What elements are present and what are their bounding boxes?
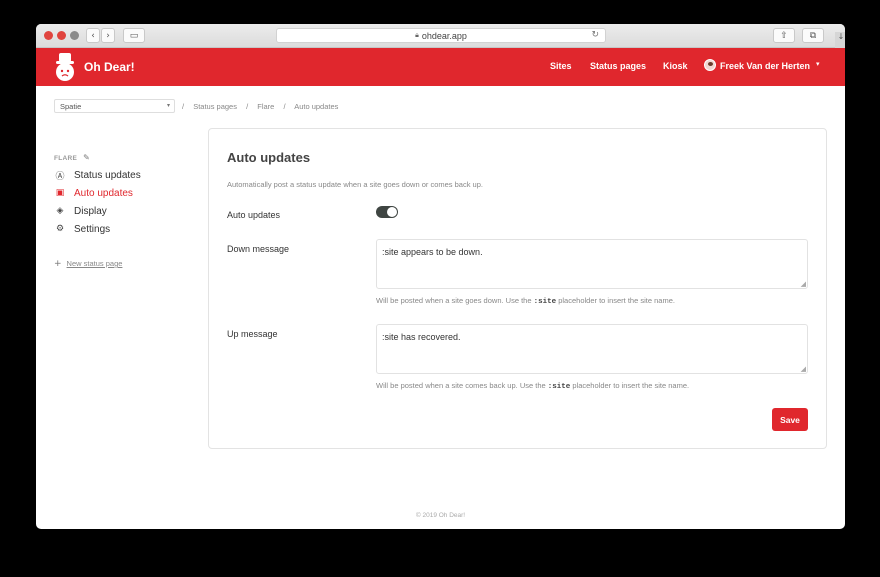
brand-name[interactable]: Oh Dear! (84, 60, 135, 74)
up-message-help: Will be posted when a site comes back up… (376, 381, 689, 391)
sidebar-item-status-updates[interactable]: Ⓐ Status updates (54, 168, 141, 182)
user-menu[interactable]: Freek Van der Herten (720, 61, 810, 71)
user-avatar[interactable] (704, 59, 716, 71)
close-window-button[interactable] (44, 31, 53, 40)
resize-handle-icon[interactable]: ◢ (801, 365, 806, 373)
breadcrumb-auto-updates: Auto updates (294, 102, 339, 111)
nav-kiosk[interactable]: Kiosk (663, 61, 688, 71)
up-message-field[interactable]: :site has recovered. ◢ (376, 324, 808, 374)
plus-icon: + (54, 259, 62, 269)
lock-icon: 🔒︎ (415, 31, 419, 39)
zoom-window-button[interactable] (70, 31, 79, 40)
edit-icon[interactable]: ✎ (83, 153, 90, 162)
forward-icon[interactable]: › (101, 28, 115, 43)
breadcrumb-separator: / (246, 102, 249, 111)
address-text: ohdear.app (421, 30, 467, 41)
page-title: Auto updates (227, 150, 311, 165)
sidebar-item-label: Settings (74, 223, 111, 235)
reload-icon[interactable]: ↻ (591, 30, 599, 40)
team-select-value: Spatie (60, 102, 82, 111)
browser-window: ‹ › ▭ 🔒︎ ohdear.app ↻ ⇧ ⧉ ↓ Oh Dear! Sit… (36, 24, 845, 529)
new-status-page-label: New status page (66, 259, 123, 268)
up-message-value: :site has recovered. (382, 332, 461, 342)
placeholder-code: :site (547, 383, 571, 391)
breadcrumb: / Status pages / Flare / Auto updates (182, 102, 345, 111)
down-message-label: Down message (227, 244, 290, 254)
placeholder-code: :site (533, 298, 557, 306)
breadcrumb-separator: / (182, 102, 185, 111)
sidebar-item-label: Display (74, 205, 107, 217)
down-message-help: Will be posted when a site goes down. Us… (376, 296, 675, 306)
page-description: Automatically post a status update when … (227, 180, 483, 189)
auto-updates-label: Auto updates (227, 210, 281, 220)
footer-copyright: © 2019 Oh Dear! (415, 512, 466, 519)
nav-status-pages[interactable]: Status pages (590, 61, 646, 71)
sidebar-item-label: Auto updates (74, 187, 133, 199)
sidebar-item-auto-updates[interactable]: ▣ Auto updates (54, 186, 133, 200)
tabs-icon[interactable]: ⧉ (802, 28, 824, 43)
breadcrumb-status-pages[interactable]: Status pages (193, 102, 237, 111)
select-arrow-icon: ▾ (166, 102, 170, 109)
download-icon[interactable]: ↓ (835, 32, 845, 48)
auto-updates-toggle[interactable] (376, 206, 398, 218)
team-select[interactable]: Spatie ▾ (54, 99, 175, 113)
oh-dear-logo-icon[interactable] (53, 51, 77, 83)
help-text: Will be posted when a site comes back up… (376, 381, 546, 390)
robot-icon: ▣ (55, 188, 65, 198)
chevron-down-icon[interactable]: ▾ (816, 60, 820, 68)
sidebar-heading-text: FLARE (54, 155, 78, 162)
address-bar[interactable]: 🔒︎ ohdear.app ↻ (276, 28, 606, 43)
save-button[interactable]: Save (772, 408, 808, 431)
minimize-window-button[interactable] (57, 31, 66, 40)
browser-toolbar: ‹ › ▭ 🔒︎ ohdear.app ↻ ⇧ ⧉ ↓ (36, 24, 845, 48)
help-text: placeholder to insert the site name. (572, 381, 690, 390)
cogs-icon: ⚙ (55, 224, 65, 234)
sidebar-item-label: Status updates (74, 169, 141, 181)
up-message-label: Up message (227, 329, 278, 339)
new-status-page-link[interactable]: + New status page (54, 259, 122, 269)
app-header: Oh Dear! Sites Status pages Kiosk Freek … (36, 48, 845, 86)
down-message-value: :site appears to be down. (382, 247, 483, 257)
help-text: placeholder to insert the site name. (558, 296, 675, 305)
back-icon[interactable]: ‹ (86, 28, 100, 43)
share-icon[interactable]: ⇧ (773, 28, 795, 43)
breadcrumb-separator: / (283, 102, 286, 111)
help-text: Will be posted when a site goes down. Us… (376, 296, 532, 305)
nav-sites[interactable]: Sites (550, 61, 572, 71)
sidebar-item-display[interactable]: ◈ Display (54, 204, 107, 218)
sidebar-icon[interactable]: ▭ (123, 28, 145, 43)
resize-handle-icon[interactable]: ◢ (801, 280, 806, 288)
sidebar-heading: FLARE ✎ (54, 153, 90, 162)
down-message-field[interactable]: :site appears to be down. ◢ (376, 239, 808, 289)
paint-bucket-icon: ◈ (56, 206, 64, 216)
auto-updates-card: Auto updates Automatically post a status… (208, 128, 827, 449)
breadcrumb-flare[interactable]: Flare (257, 102, 274, 111)
sidebar-item-settings[interactable]: ⚙ Settings (54, 222, 110, 236)
broadcast-icon: Ⓐ (55, 171, 65, 182)
